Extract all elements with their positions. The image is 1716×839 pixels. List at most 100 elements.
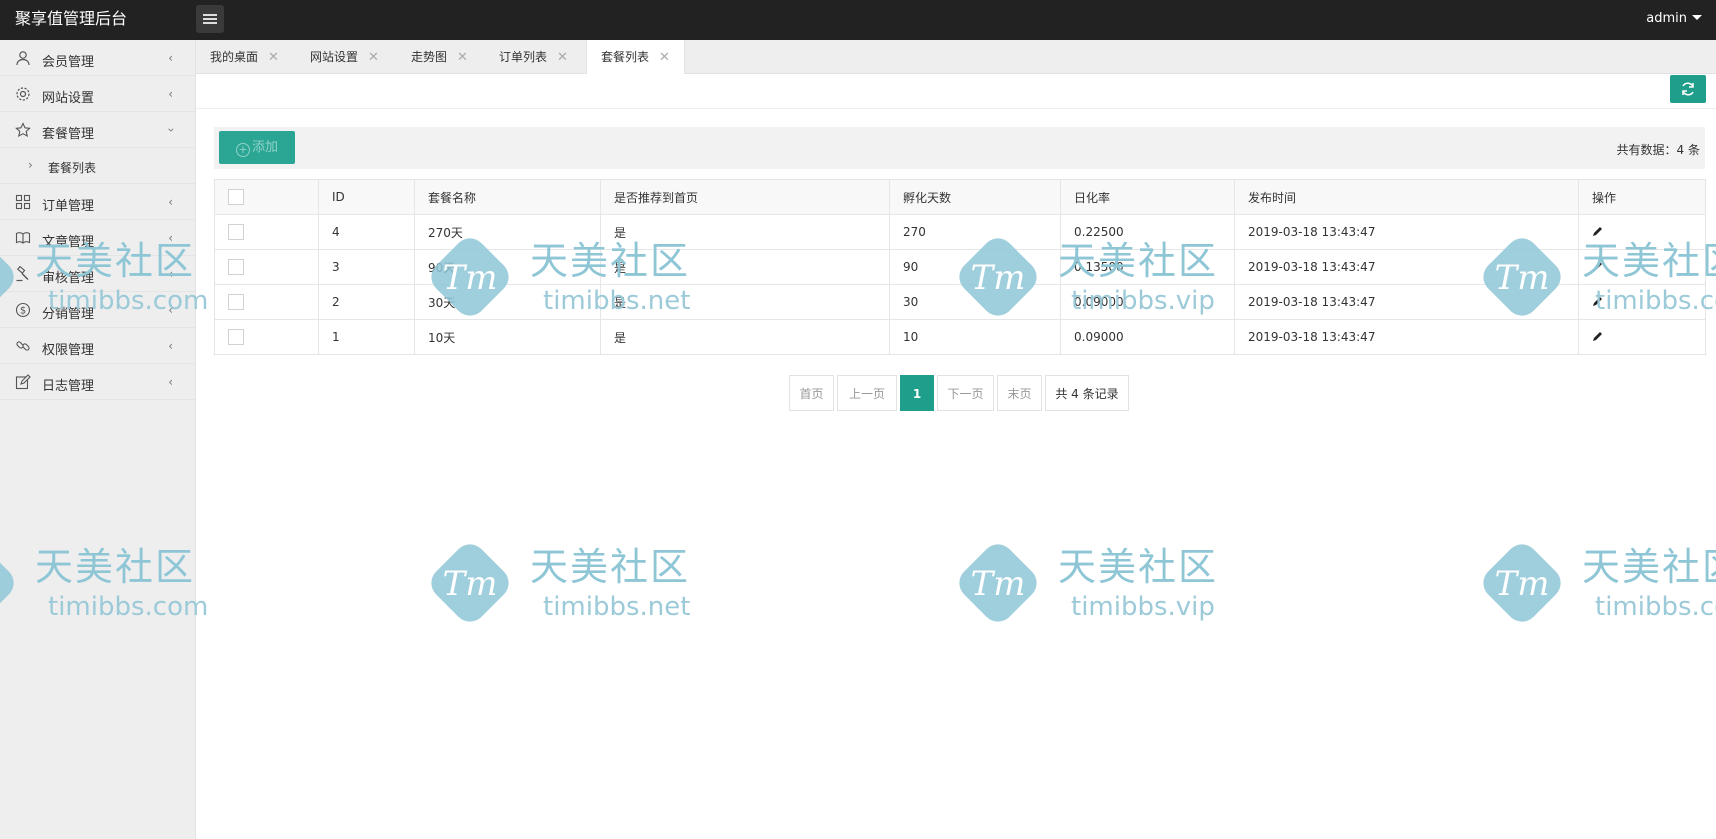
close-icon[interactable]: ✕ [557,50,568,65]
cell-time: 2019-03-18 13:43:47 [1234,319,1579,355]
close-icon[interactable]: ✕ [659,50,670,65]
add-button[interactable]: + 添加 [219,131,295,164]
prev-page-button[interactable]: 上一页 [837,375,897,411]
last-page-button[interactable]: 末页 [997,375,1042,411]
total-count: 共有数据：4 条 [1616,143,1700,157]
row-checkbox[interactable] [228,294,244,310]
refresh-button[interactable] [1670,75,1706,103]
cell-rate: 0.09000 [1060,319,1235,355]
cell-name: 30天 [414,284,601,320]
column-header[interactable]: 发布时间 [1234,179,1579,215]
sidebar-item-members[interactable]: 会员管理 ‹ [0,40,195,76]
sidebar-item-packages[interactable]: 套餐管理 ‹ [0,112,195,148]
cell-rate: 0.09000 [1060,284,1235,320]
chevron-right-icon: › [28,158,33,172]
column-header[interactable]: 日化率 [1060,179,1235,215]
table-row: 1 10天 是 10 0.09000 2019-03-18 13:43:47 [214,319,1706,355]
close-icon[interactable]: ✕ [457,50,468,65]
sidebar-item-logs[interactable]: 日志管理 ‹ [0,364,195,400]
watermark-logo: Tm [959,544,1037,622]
close-icon[interactable]: ✕ [268,50,279,65]
svg-text:Tm: Tm [1495,564,1550,604]
edit-icon [15,374,31,390]
pencil-icon[interactable] [1592,260,1604,272]
current-page-button[interactable]: 1 [900,375,934,411]
watermark: Tm 天美社区 timibbs.vip [943,528,1233,638]
plus-circle-icon: + [235,143,250,157]
top-bar: 聚享值管理后台 admin [0,0,1716,40]
sidebar-item-site-settings[interactable]: 网站设置 ‹ [0,76,195,112]
tab-trend-chart[interactable]: 走势图 ✕ [411,40,468,73]
table-header-row: ID 套餐名称 是否推荐到首页 孵化天数 日化率 发布时间 操作 [214,179,1706,215]
tab-label: 走势图 [411,50,448,64]
sidebar-item-label: 分销管理 [42,307,95,322]
cell-id: 4 [318,214,415,250]
add-button-label: 添加 [251,140,278,155]
column-header[interactable]: 是否推荐到首页 [600,179,890,215]
chevron-left-icon: ‹ [168,267,173,281]
tab-label: 订单列表 [499,50,548,64]
sidebar-subitem-package-list[interactable]: › 套餐列表 [0,148,195,184]
tab-package-list[interactable]: 套餐列表 ✕ [586,40,685,74]
next-page-button[interactable]: 下一页 [937,375,994,411]
cell-time: 2019-03-18 13:43:47 [1234,284,1579,320]
svg-text:$: $ [20,306,26,317]
sidebar-item-distribution[interactable]: $ 分销管理 ‹ [0,292,195,328]
tab-label: 网站设置 [310,50,359,64]
pencil-icon[interactable] [1592,295,1604,307]
tab-bar: 我的桌面 ✕ 网站设置 ✕ 走势图 ✕ 订单列表 ✕ 套餐列表 ✕ [196,40,1716,74]
refresh-icon [1682,82,1694,96]
hamburger-icon [203,14,217,16]
tab-site-settings[interactable]: 网站设置 ✕ [310,40,379,73]
svg-text:Tm: Tm [971,564,1026,604]
select-all-checkbox[interactable] [228,189,244,205]
svg-text:Tm: Tm [443,564,498,604]
cell-id: 2 [318,284,415,320]
cell-time: 2019-03-18 13:43:47 [1234,249,1579,285]
sidebar-item-permissions[interactable]: 权限管理 ‹ [0,328,195,364]
star-icon [15,122,31,138]
column-header[interactable]: 孵化天数 [889,179,1061,215]
row-checkbox[interactable] [228,259,244,275]
sidebar-item-label: 网站设置 [42,91,95,106]
chevron-left-icon: ‹ [168,195,173,209]
watermark-logo: Tm [1483,544,1561,622]
cell-name: 90天 [414,249,601,285]
sidebar-item-label: 套餐管理 [42,127,95,142]
cell-recommend: 是 [600,214,890,250]
tab-order-list[interactable]: 订单列表 ✕ [499,40,568,73]
cell-rate: 0.22500 [1060,214,1235,250]
book-icon [15,232,31,244]
app-title: 聚享值管理后台 [15,9,128,28]
sidebar-item-label: 订单管理 [42,199,95,214]
sidebar-item-label: 权限管理 [42,343,95,358]
watermark: Tm 天美社区 timibbs.com [1467,528,1716,638]
column-header[interactable]: 套餐名称 [414,179,601,215]
chevron-left-icon: ‹ [168,87,173,101]
pencil-icon[interactable] [1592,225,1604,237]
package-table: ID 套餐名称 是否推荐到首页 孵化天数 日化率 发布时间 操作 4 270天 … [214,179,1706,355]
cell-name: 270天 [414,214,601,250]
dollar-icon: $ [15,302,31,318]
gear-icon [16,87,30,101]
row-checkbox[interactable] [228,329,244,345]
sidebar-item-review[interactable]: 审核管理 ‹ [0,256,195,292]
cell-days: 30 [889,284,1061,320]
sidebar-item-label: 文章管理 [42,235,95,250]
username: admin [1646,11,1687,26]
watermark: Tm 天美社区 timibbs.net [415,528,705,638]
first-page-button[interactable]: 首页 [789,375,834,411]
row-checkbox[interactable] [228,224,244,240]
tab-label: 我的桌面 [210,50,259,64]
link-icon [16,341,30,351]
user-menu[interactable]: admin [1646,11,1702,26]
sidebar-item-orders[interactable]: 订单管理 ‹ [0,184,195,220]
chevron-left-icon: ‹ [168,231,173,245]
close-icon[interactable]: ✕ [368,50,379,65]
tab-dashboard[interactable]: 我的桌面 ✕ [210,40,279,73]
pencil-icon[interactable] [1592,330,1604,342]
menu-toggle-button[interactable] [196,5,224,33]
column-header[interactable]: ID [318,179,415,215]
sidebar-item-articles[interactable]: 文章管理 ‹ [0,220,195,256]
chevron-left-icon: ‹ [168,375,173,389]
